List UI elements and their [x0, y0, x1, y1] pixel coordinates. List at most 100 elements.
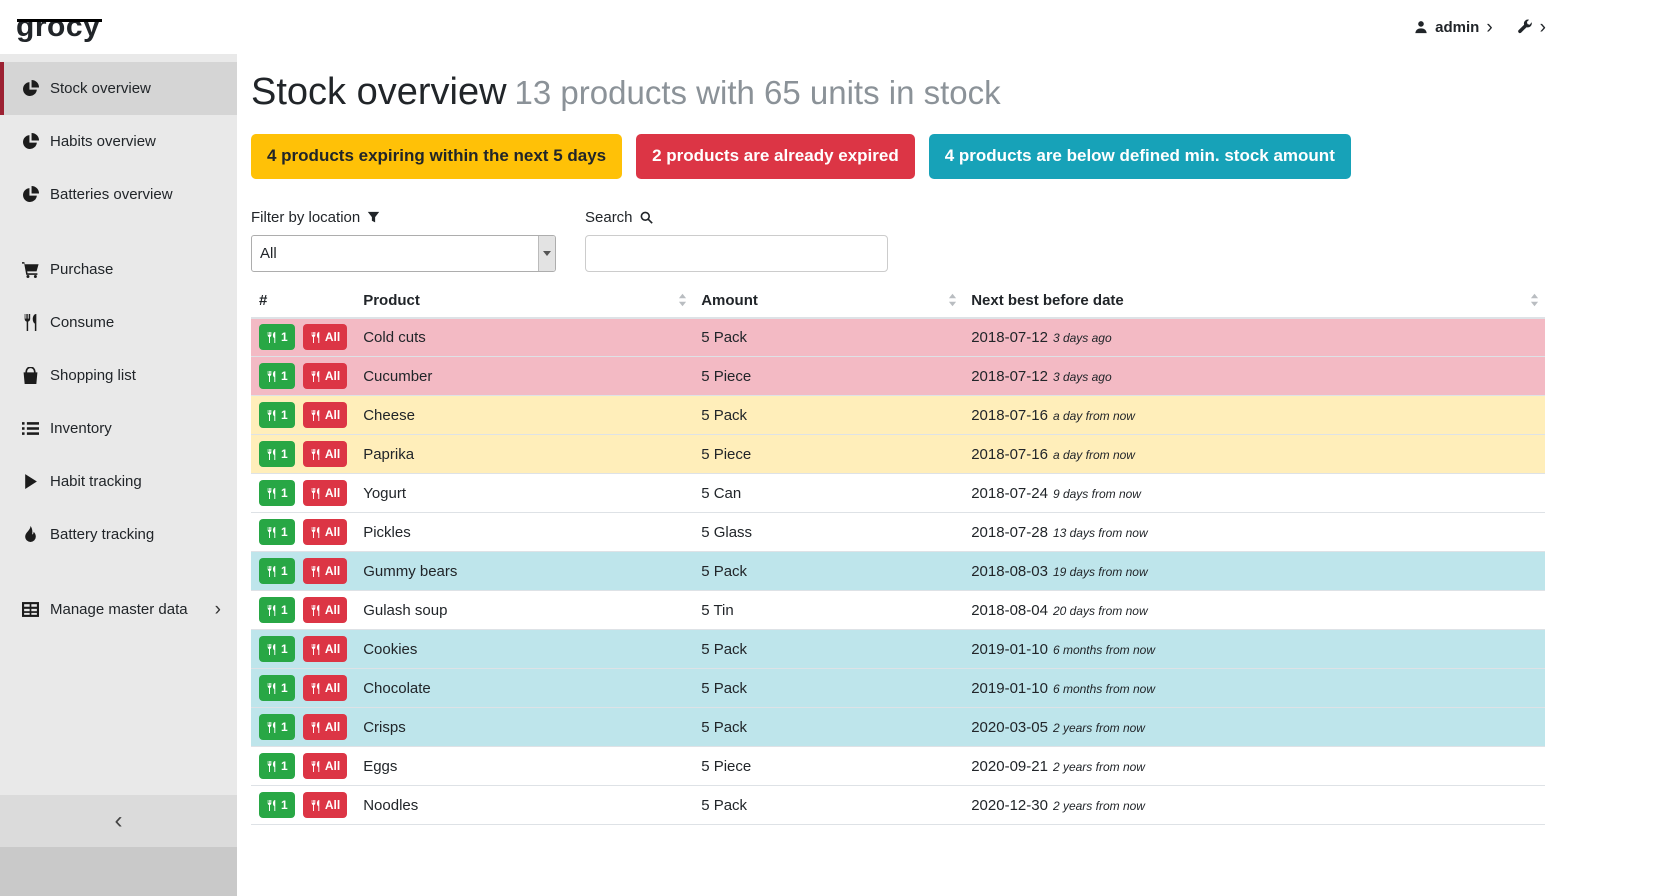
consume-one-button[interactable]: 1: [259, 675, 295, 701]
column-header-product[interactable]: Product: [355, 284, 693, 318]
best-before-date-value: 2018-07-16: [971, 407, 1048, 424]
best-before-date-value: 2020-03-05: [971, 719, 1048, 736]
pie-chart-icon: [22, 80, 39, 97]
consume-one-button[interactable]: 1: [259, 597, 295, 623]
consume-all-button[interactable]: All: [303, 441, 347, 467]
product-name: Cucumber: [355, 357, 693, 396]
best-before-date-value: 2018-07-24: [971, 485, 1048, 502]
consume-all-button[interactable]: All: [303, 480, 347, 506]
row-actions: 1 All: [251, 357, 355, 396]
consume-all-label: All: [325, 798, 340, 812]
consume-one-button[interactable]: 1: [259, 441, 295, 467]
column-header-amount[interactable]: Amount: [693, 284, 963, 318]
app-logo[interactable]: grocy: [16, 12, 100, 42]
column-header-best-before[interactable]: Next best before date: [963, 284, 1545, 318]
best-before-due: 3 days ago: [1053, 331, 1112, 345]
consume-one-button[interactable]: 1: [259, 792, 295, 818]
sidebar-item-habit-tracking[interactable]: Habit tracking: [0, 455, 237, 508]
utensils-icon: [310, 527, 321, 538]
consume-all-button[interactable]: All: [303, 636, 347, 662]
consume-all-button[interactable]: All: [303, 402, 347, 428]
consume-all-button[interactable]: All: [303, 714, 347, 740]
best-before-cell: 2019-01-106 months from now: [963, 630, 1545, 669]
consume-one-label: 1: [281, 525, 288, 539]
row-actions: 1 All: [251, 396, 355, 435]
row-actions: 1 All: [251, 708, 355, 747]
best-before-date-value: 2020-09-21: [971, 758, 1048, 775]
best-before-due: 9 days from now: [1053, 487, 1141, 501]
consume-one-button[interactable]: 1: [259, 402, 295, 428]
consume-one-label: 1: [281, 486, 288, 500]
table-row: 1 All Eggs 5 Piece 2020-09-212 years fro…: [251, 747, 1545, 786]
consume-one-label: 1: [281, 603, 288, 617]
best-before-due: a day from now: [1053, 409, 1135, 423]
best-before-cell: 2018-07-123 days ago: [963, 357, 1545, 396]
consume-one-button[interactable]: 1: [259, 519, 295, 545]
sidebar-item-manage-master-data[interactable]: Manage master data ›: [0, 583, 237, 636]
sidebar-item-batteries-overview[interactable]: Batteries overview: [0, 168, 237, 221]
user-menu[interactable]: admin ›: [1414, 18, 1493, 37]
sidebar-item-consume[interactable]: Consume: [0, 296, 237, 349]
product-name: Cold cuts: [355, 318, 693, 357]
product-amount: 5 Pack: [693, 786, 963, 825]
filter-icon: [367, 211, 380, 224]
location-filter-select[interactable]: All: [251, 235, 556, 272]
sidebar-item-inventory[interactable]: Inventory: [0, 402, 237, 455]
settings-menu[interactable]: ›: [1517, 18, 1546, 37]
search-input[interactable]: [585, 235, 888, 272]
product-amount: 5 Can: [693, 474, 963, 513]
consume-all-button[interactable]: All: [303, 753, 347, 779]
best-before-due: 3 days ago: [1053, 370, 1112, 384]
sidebar-item-habits-overview[interactable]: Habits overview: [0, 115, 237, 168]
consume-all-label: All: [325, 603, 340, 617]
sidebar-item-shopping-list[interactable]: Shopping list: [0, 349, 237, 402]
utensils-icon: [22, 314, 39, 331]
sidebar-item-purchase[interactable]: Purchase: [0, 243, 237, 296]
utensils-icon: [266, 722, 277, 733]
row-actions: 1 All: [251, 747, 355, 786]
sidebar: Stock overview Habits overview Batteries…: [0, 54, 237, 896]
consume-all-button[interactable]: All: [303, 324, 347, 350]
sidebar-collapse-button[interactable]: ‹: [0, 795, 237, 847]
utensils-icon: [310, 371, 321, 382]
status-badge[interactable]: 4 products are below defined min. stock …: [929, 134, 1351, 179]
status-badge[interactable]: 4 products expiring within the next 5 da…: [251, 134, 622, 179]
product-name: Eggs: [355, 747, 693, 786]
best-before-due: 6 months from now: [1053, 682, 1155, 696]
consume-all-button[interactable]: All: [303, 558, 347, 584]
consume-one-button[interactable]: 1: [259, 324, 295, 350]
status-badge[interactable]: 2 products are already expired: [636, 134, 915, 179]
consume-all-label: All: [325, 681, 340, 695]
page-subtitle: 13 products with 65 units in stock: [515, 74, 1001, 111]
consume-all-button[interactable]: All: [303, 519, 347, 545]
sidebar-item-stock-overview[interactable]: Stock overview: [0, 62, 237, 115]
stock-table: # Product Amount Next best before date: [251, 284, 1545, 826]
utensils-icon: [266, 449, 277, 460]
location-filter-group: Filter by location All: [251, 209, 556, 272]
consume-all-button[interactable]: All: [303, 597, 347, 623]
consume-one-button[interactable]: 1: [259, 753, 295, 779]
topbar: grocy admin › ›: [0, 0, 1658, 54]
utensils-icon: [310, 449, 321, 460]
consume-one-button[interactable]: 1: [259, 363, 295, 389]
consume-all-button[interactable]: All: [303, 363, 347, 389]
consume-one-button[interactable]: 1: [259, 714, 295, 740]
utensils-icon: [266, 371, 277, 382]
consume-one-button[interactable]: 1: [259, 480, 295, 506]
consume-one-button[interactable]: 1: [259, 636, 295, 662]
product-amount: 5 Pack: [693, 669, 963, 708]
consume-all-button[interactable]: All: [303, 792, 347, 818]
table-row: 1 All Pickles 5 Glass 2018-07-2813 days …: [251, 513, 1545, 552]
consume-one-button[interactable]: 1: [259, 558, 295, 584]
shopping-cart-icon: [22, 261, 39, 278]
main-content: Stock overview13 products with 65 units …: [237, 54, 1658, 896]
product-amount: 5 Glass: [693, 513, 963, 552]
table-row: 1 All Chocolate 5 Pack 2019-01-106 month…: [251, 669, 1545, 708]
consume-all-label: All: [325, 525, 340, 539]
product-name: Pickles: [355, 513, 693, 552]
consume-all-button[interactable]: All: [303, 675, 347, 701]
product-amount: 5 Tin: [693, 591, 963, 630]
table-row: 1 All Paprika 5 Piece 2018-07-16a day fr…: [251, 435, 1545, 474]
sidebar-item-battery-tracking[interactable]: Battery tracking: [0, 508, 237, 561]
product-name: Noodles: [355, 786, 693, 825]
